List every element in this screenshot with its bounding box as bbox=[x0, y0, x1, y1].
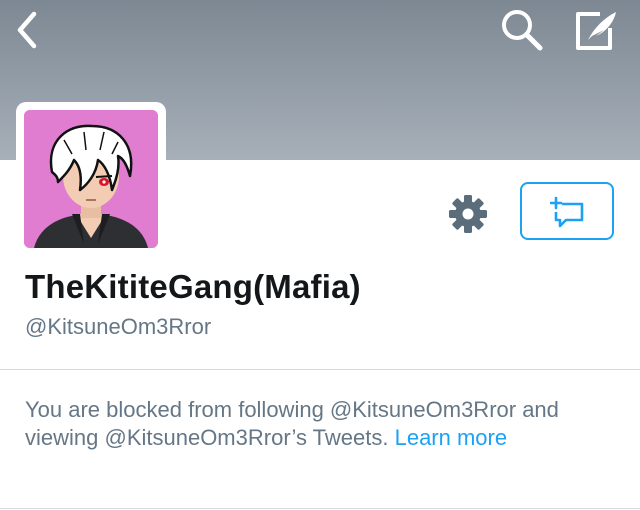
direct-message-button[interactable] bbox=[520, 182, 614, 240]
avatar-frame bbox=[16, 102, 166, 252]
search-icon bbox=[502, 10, 543, 51]
compose-tweet-icon bbox=[576, 12, 616, 50]
search-button[interactable] bbox=[498, 6, 546, 54]
divider bbox=[0, 508, 640, 509]
learn-more-link[interactable]: Learn more bbox=[395, 425, 508, 450]
divider bbox=[0, 369, 640, 370]
new-message-icon bbox=[550, 196, 584, 228]
anime-avatar-image bbox=[24, 110, 158, 248]
back-button[interactable] bbox=[8, 8, 48, 52]
settings-button[interactable] bbox=[446, 192, 490, 236]
blocked-notice: You are blocked from following @KitsuneO… bbox=[25, 396, 615, 452]
compose-tweet-button[interactable] bbox=[570, 6, 622, 54]
profile-display-name: TheKititeGang(Mafia) bbox=[25, 268, 361, 305]
gear-icon bbox=[449, 195, 487, 233]
avatar[interactable] bbox=[24, 110, 158, 248]
profile-handle: @KitsuneOm3Rror bbox=[25, 314, 212, 339]
chevron-left-icon bbox=[17, 11, 37, 49]
